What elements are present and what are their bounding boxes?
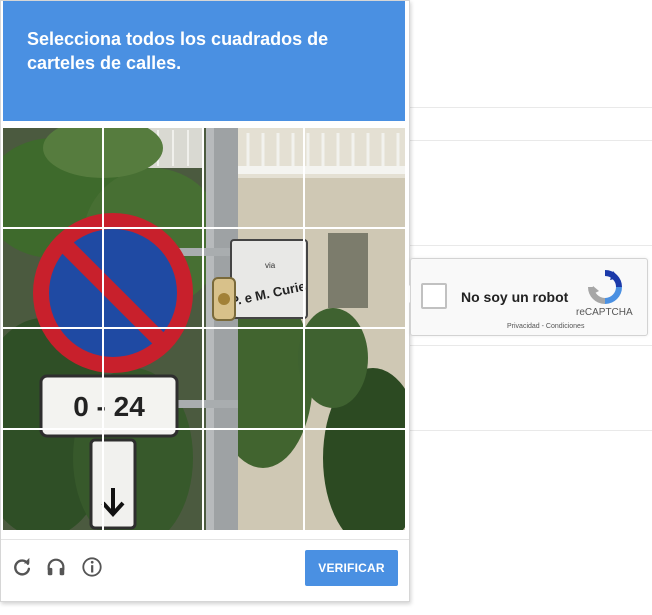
background-divider bbox=[410, 107, 652, 108]
grid-tile[interactable] bbox=[204, 329, 305, 430]
verify-button[interactable]: VERIFICAR bbox=[305, 550, 398, 586]
grid-tile[interactable] bbox=[304, 128, 405, 229]
tile-grid bbox=[3, 128, 405, 530]
background-divider bbox=[410, 245, 652, 246]
background-divider bbox=[410, 140, 652, 141]
grid-tile[interactable] bbox=[204, 228, 305, 329]
privacy-link[interactable]: Privacidad bbox=[507, 323, 540, 330]
background-divider bbox=[410, 345, 652, 346]
background-divider bbox=[410, 430, 652, 431]
headphones-icon[interactable] bbox=[43, 554, 69, 580]
grid-tile[interactable] bbox=[3, 329, 104, 430]
grid-tile[interactable] bbox=[304, 229, 405, 329]
grid-tile[interactable] bbox=[103, 228, 204, 329]
terms-link[interactable]: Condiciones bbox=[546, 323, 585, 330]
grid-tile[interactable] bbox=[103, 329, 204, 430]
recaptcha-challenge-popup: Selecciona todos los cuadrados de cartel… bbox=[0, 0, 410, 602]
reload-icon[interactable] bbox=[9, 554, 35, 580]
grid-tile[interactable] bbox=[3, 429, 104, 530]
challenge-image-grid: 0 - 24 via P. e M. Curie bbox=[3, 128, 405, 530]
grid-tile[interactable] bbox=[3, 128, 104, 229]
info-icon[interactable] bbox=[79, 554, 105, 580]
challenge-footer: VERIFICAR bbox=[1, 539, 409, 602]
recaptcha-anchor: No soy un robot reCAPTCHA Privacidad - C… bbox=[410, 258, 648, 336]
challenge-prompt: Selecciona todos los cuadrados de cartel… bbox=[27, 29, 329, 73]
grid-tile[interactable] bbox=[305, 430, 406, 531]
grid-tile[interactable] bbox=[204, 128, 305, 229]
grid-tile[interactable] bbox=[204, 429, 305, 530]
grid-tile[interactable] bbox=[103, 128, 204, 229]
recaptcha-brand: reCAPTCHA bbox=[576, 307, 633, 318]
not-robot-checkbox[interactable] bbox=[421, 283, 447, 309]
grid-tile[interactable] bbox=[3, 228, 104, 329]
not-robot-label: No soy un robot bbox=[461, 289, 569, 305]
challenge-header: Selecciona todos los cuadrados de cartel… bbox=[3, 1, 405, 121]
recaptcha-logo-icon bbox=[588, 270, 622, 304]
privacy-terms-links: Privacidad - Condiciones bbox=[507, 323, 584, 330]
grid-tile[interactable] bbox=[104, 429, 204, 530]
grid-tile[interactable] bbox=[304, 329, 405, 430]
